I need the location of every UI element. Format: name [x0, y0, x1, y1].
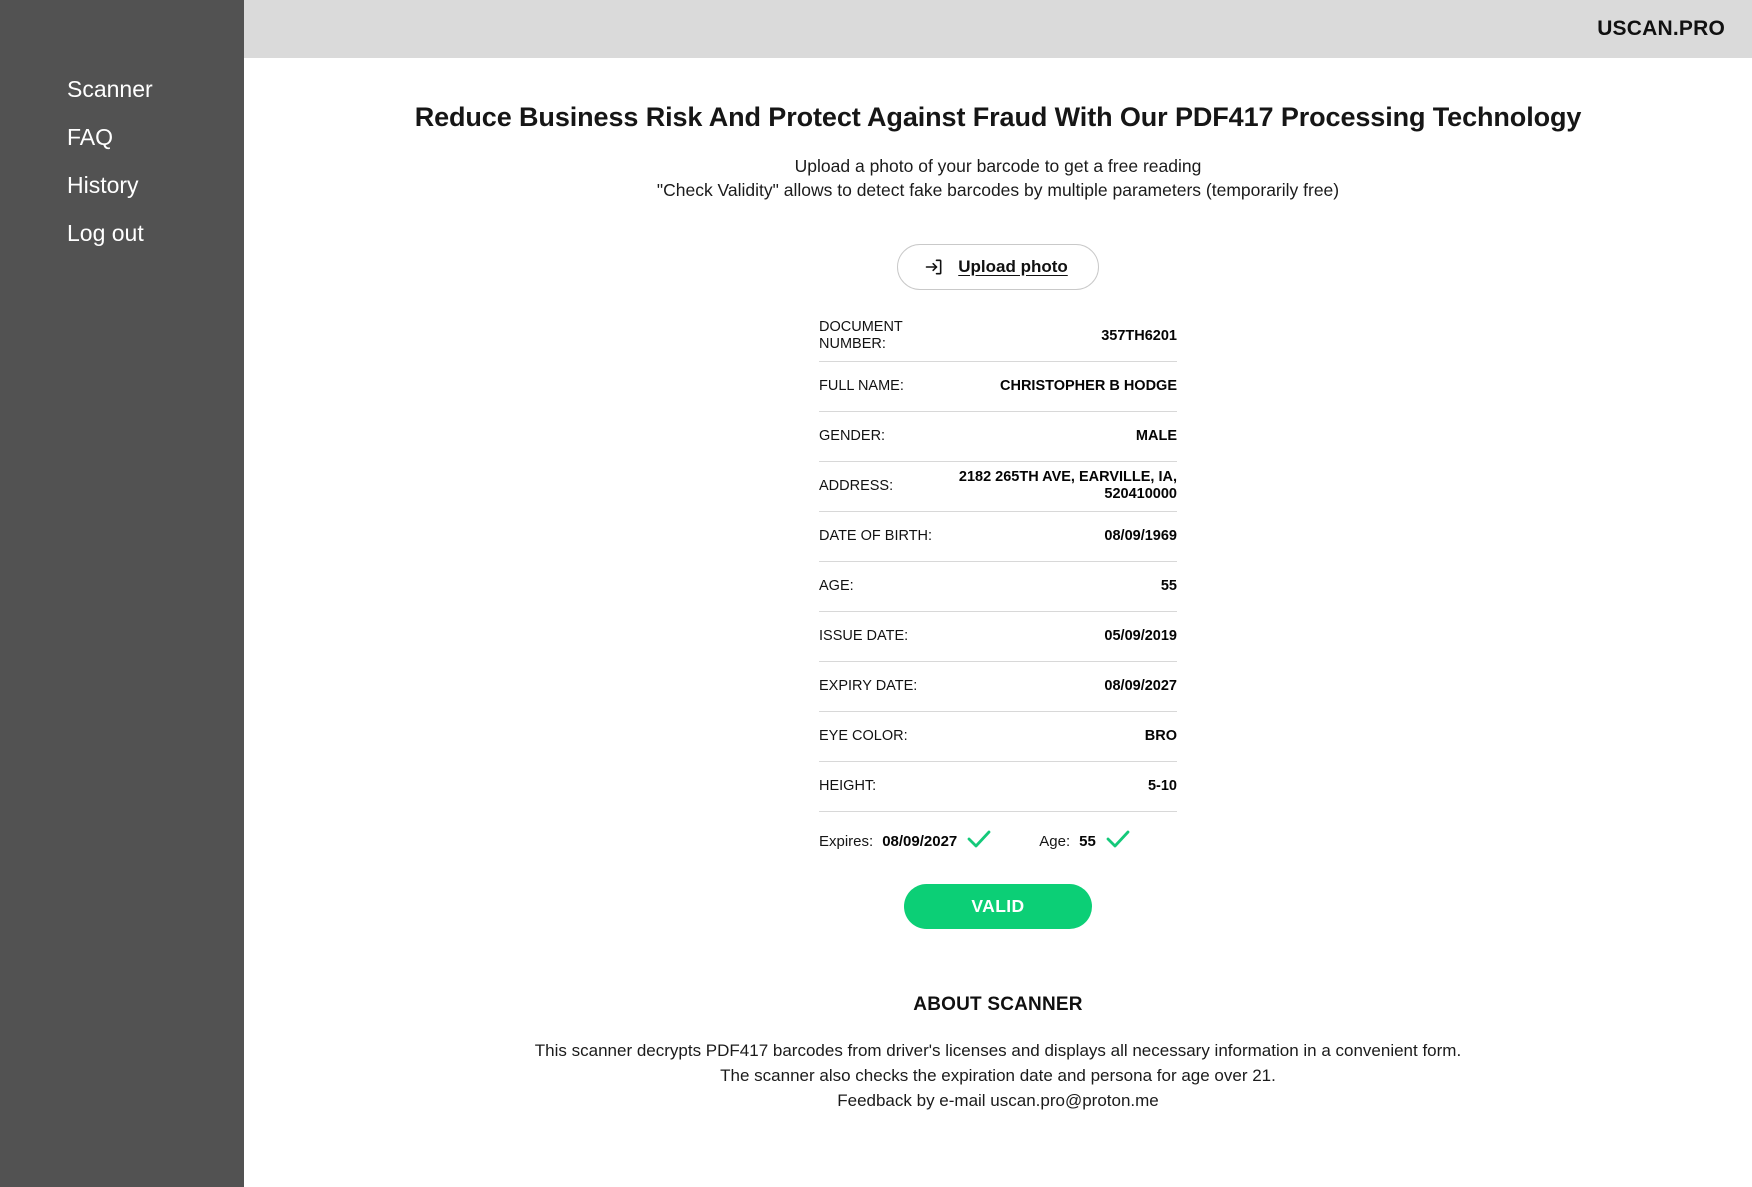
- row-label: DATE OF BIRTH:: [819, 527, 933, 544]
- age-value: 55: [1079, 833, 1096, 850]
- upload-arrow-into-box-icon: [924, 257, 944, 277]
- document-info-table: DOCUMENT NUMBER: 357TH6201 FULL NAME: CH…: [819, 312, 1177, 812]
- row-value: 2182 265TH AVE, EARVILLE, IA, 520410000: [958, 469, 1177, 502]
- expires-value: 08/09/2027: [882, 833, 958, 850]
- page-title: Reduce Business Risk And Protect Against…: [414, 102, 1582, 132]
- about-line-3: Feedback by e-mail uscan.pro@proton.me: [837, 1091, 1159, 1110]
- sidebar-item-label: FAQ: [67, 124, 114, 150]
- about-section-title: ABOUT SCANNER: [913, 994, 1083, 1015]
- sidebar-item-scanner[interactable]: Scanner: [0, 78, 244, 101]
- expires-check-group: Expires: 08/09/2027: [819, 829, 992, 854]
- row-value: 08/09/2027: [1104, 677, 1177, 694]
- sidebar-item-logout[interactable]: Log out: [0, 222, 244, 245]
- row-value: 55: [1160, 577, 1177, 594]
- sidebar-item-label: Log out: [67, 220, 144, 246]
- table-row-expiry-date: EXPIRY DATE: 08/09/2027: [819, 662, 1177, 712]
- row-value: 357TH6201: [1101, 327, 1177, 344]
- table-row-full-name: FULL NAME: CHRISTOPHER B HODGE: [819, 362, 1177, 412]
- sidebar: Scanner FAQ History Log out: [0, 0, 244, 1187]
- row-label: ISSUE DATE:: [819, 627, 909, 644]
- green-checkmark-icon: [966, 829, 992, 854]
- sidebar-item-label: Scanner: [67, 76, 153, 102]
- table-row-address: ADDRESS: 2182 265TH AVE, EARVILLE, IA, 5…: [819, 462, 1177, 512]
- about-line-1: This scanner decrypts PDF417 barcodes fr…: [534, 1041, 1462, 1060]
- table-row-date-of-birth: DATE OF BIRTH: 08/09/1969: [819, 512, 1177, 562]
- sidebar-nav: Scanner FAQ History Log out: [0, 0, 244, 270]
- row-label: FULL NAME:: [819, 377, 904, 394]
- row-value: 5-10: [1147, 777, 1177, 794]
- row-label: ADDRESS:: [819, 477, 894, 494]
- about-section-body: This scanner decrypts PDF417 barcodes fr…: [244, 1038, 1752, 1113]
- sidebar-item-label: History: [67, 172, 139, 198]
- row-label: EYE COLOR:: [819, 727, 908, 744]
- row-value: 08/09/1969: [1104, 527, 1177, 544]
- expires-label: Expires:: [819, 833, 874, 850]
- table-row-eye-color: EYE COLOR: BRO: [819, 712, 1177, 762]
- table-row-age: AGE: 55: [819, 562, 1177, 612]
- subtitle-line-2: "Check Validity" allows to detect fake b…: [656, 180, 1340, 200]
- row-label: DOCUMENT NUMBER:: [819, 319, 903, 352]
- row-label: EXPIRY DATE:: [819, 677, 918, 694]
- row-value: MALE: [1135, 427, 1177, 444]
- upload-photo-label: Upload photo: [958, 257, 1068, 276]
- age-label: Age:: [1039, 833, 1071, 850]
- validation-summary: Expires: 08/09/2027 Age: 55: [819, 829, 1177, 854]
- table-row-gender: GENDER: MALE: [819, 412, 1177, 462]
- row-label: HEIGHT:: [819, 777, 877, 794]
- app-root: Scanner FAQ History Log out USCAN.PRO Re…: [0, 0, 1752, 1187]
- table-row-issue-date: ISSUE DATE: 05/09/2019: [819, 612, 1177, 662]
- status-button-container: VALID: [244, 884, 1752, 929]
- row-label: GENDER:: [819, 427, 886, 444]
- age-check-group: Age: 55: [1039, 829, 1131, 854]
- upload-button-container: Upload photo: [244, 244, 1752, 290]
- about-line-2: The scanner also checks the expiration d…: [720, 1066, 1276, 1085]
- row-value: 05/09/2019: [1104, 627, 1177, 644]
- subtitle-line-1: Upload a photo of your barcode to get a …: [794, 156, 1202, 176]
- page-subtitle: Upload a photo of your barcode to get a …: [244, 154, 1752, 202]
- row-value: BRO: [1144, 727, 1177, 744]
- sidebar-item-faq[interactable]: FAQ: [0, 126, 244, 149]
- green-checkmark-icon: [1105, 829, 1131, 854]
- sidebar-item-history[interactable]: History: [0, 174, 244, 197]
- row-value: CHRISTOPHER B HODGE: [1000, 377, 1177, 394]
- table-row-height: HEIGHT: 5-10: [819, 762, 1177, 812]
- upload-photo-button[interactable]: Upload photo: [897, 244, 1099, 290]
- top-header-bar: USCAN.PRO: [244, 0, 1752, 58]
- brand-logo-text[interactable]: USCAN.PRO: [1597, 17, 1725, 41]
- status-badge-valid-button[interactable]: VALID: [904, 884, 1092, 929]
- main-content: Reduce Business Risk And Protect Against…: [244, 58, 1752, 1187]
- table-row-document-number: DOCUMENT NUMBER: 357TH6201: [819, 312, 1177, 362]
- row-label: AGE:: [819, 577, 854, 594]
